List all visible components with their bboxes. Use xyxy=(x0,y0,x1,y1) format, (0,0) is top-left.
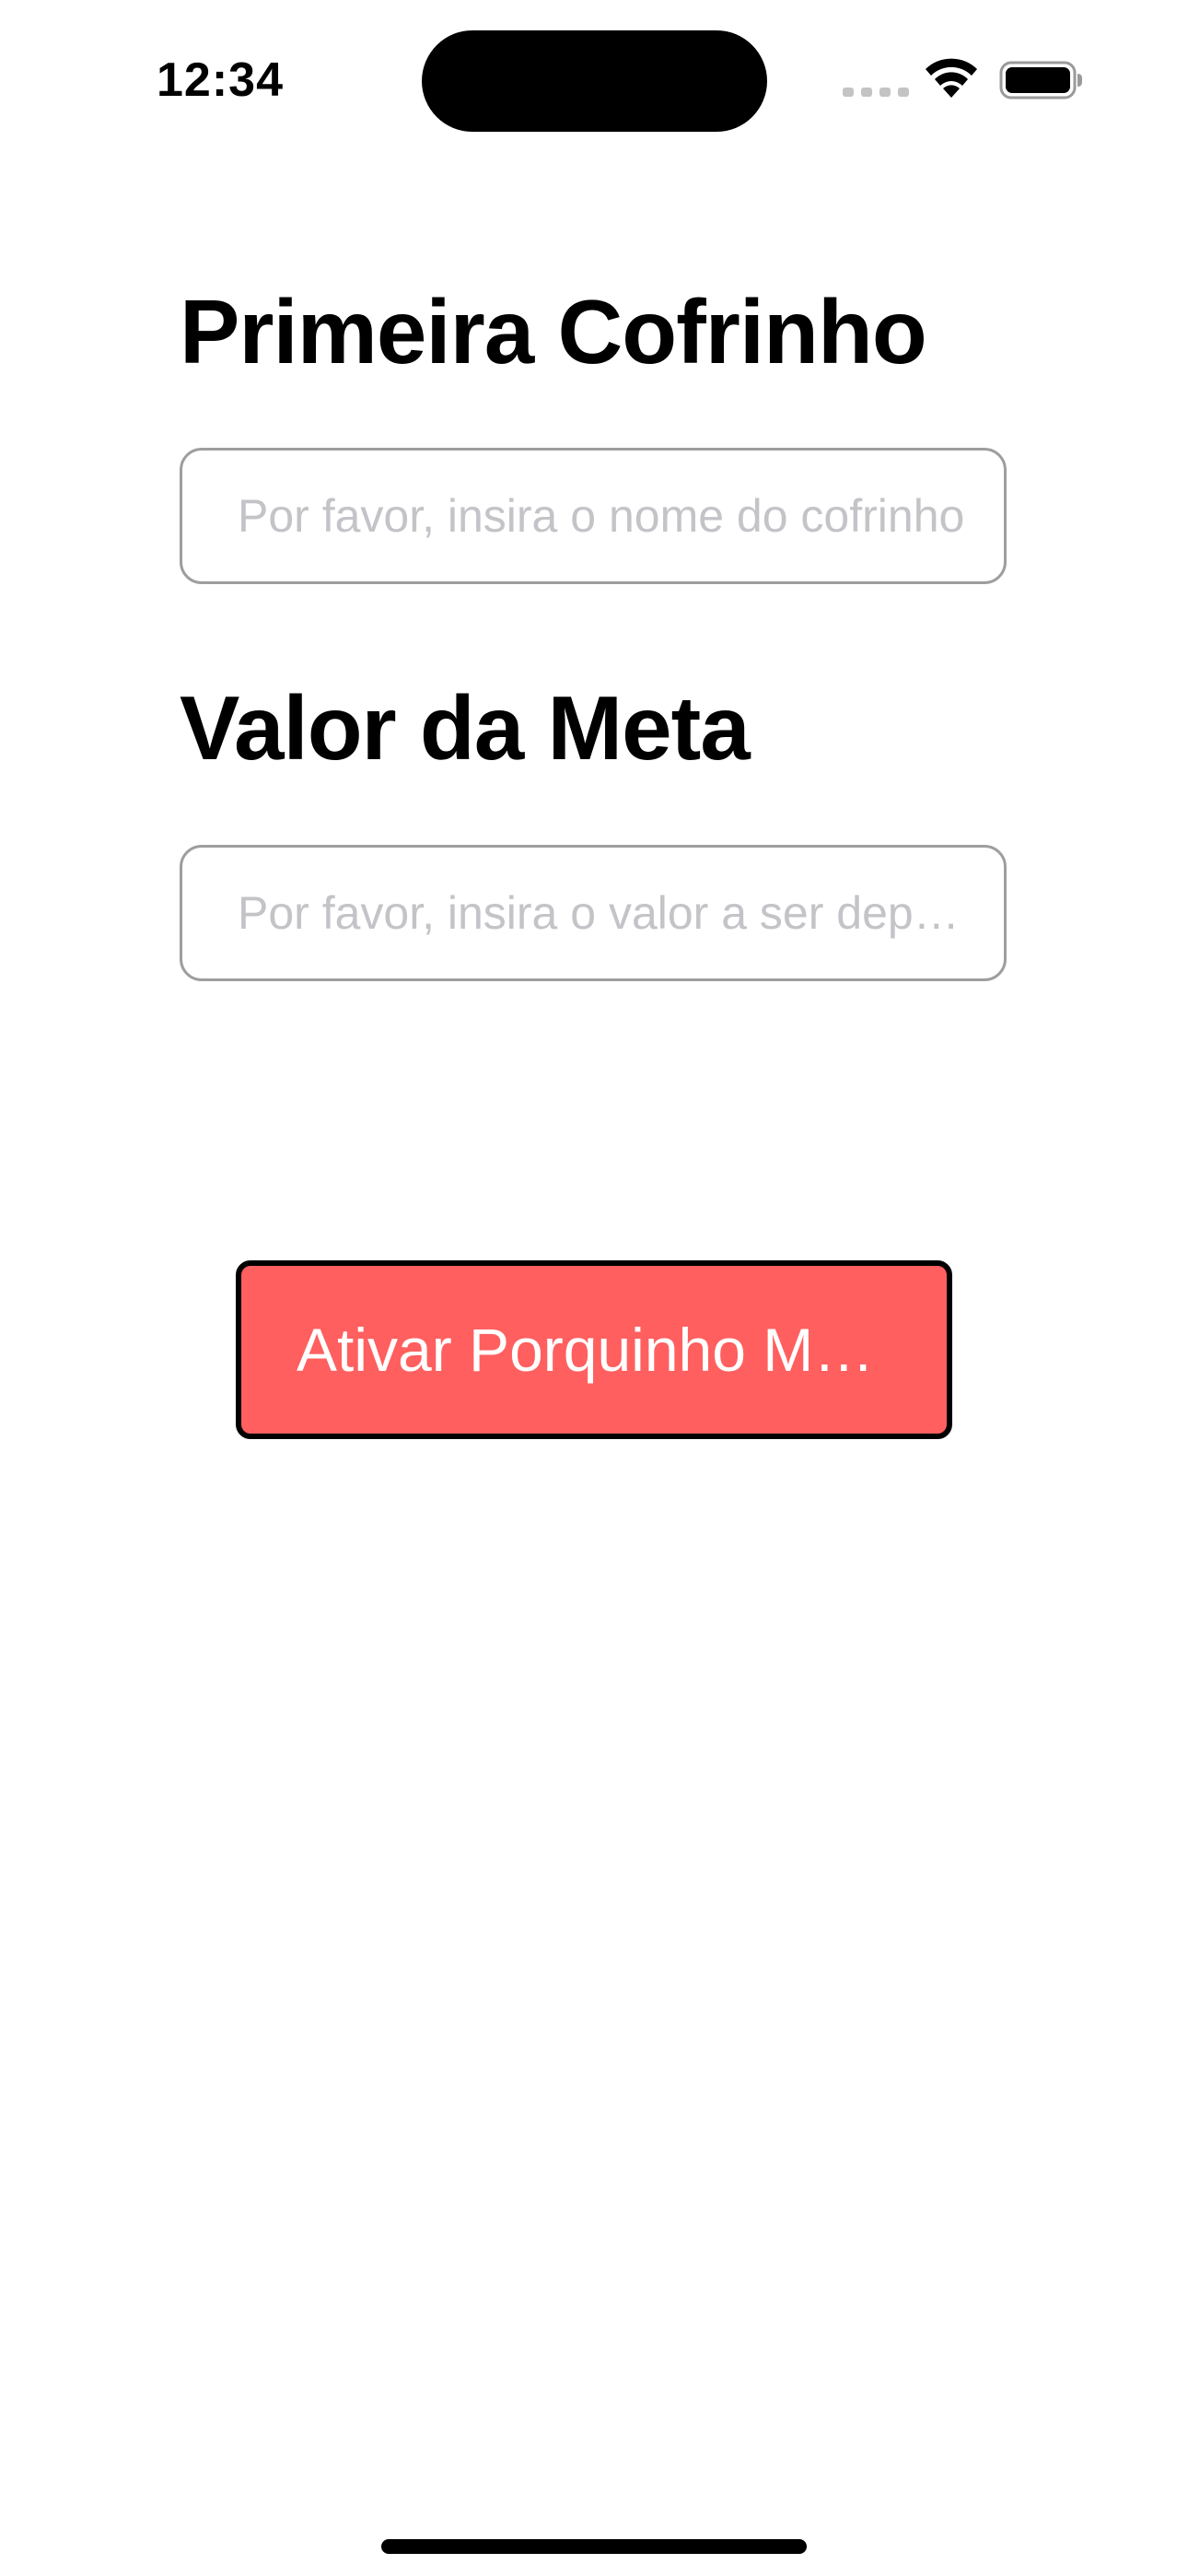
home-indicator[interactable] xyxy=(381,2539,807,2554)
goal-value-input[interactable] xyxy=(180,845,1007,981)
cellular-signal-icon xyxy=(843,88,909,97)
activate-piggy-bank-button[interactable]: Ativar Porquinho Mágico xyxy=(236,1260,952,1439)
wifi-icon xyxy=(926,58,977,98)
status-bar-time: 12:34 xyxy=(157,53,284,107)
piggy-bank-name-title: Primeira Cofrinho xyxy=(180,281,927,382)
piggy-bank-name-input[interactable] xyxy=(180,448,1007,584)
dynamic-island xyxy=(422,30,767,132)
battery-icon xyxy=(999,61,1082,100)
goal-value-title: Valor da Meta xyxy=(180,677,751,779)
